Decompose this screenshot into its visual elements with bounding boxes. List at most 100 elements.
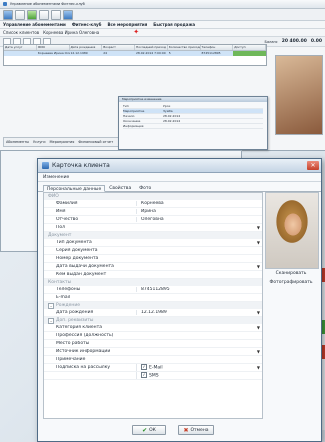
- field-label: Место работы: [56, 341, 90, 346]
- menu-item-club[interactable]: Фитнес-клуб: [72, 22, 102, 27]
- field-value[interactable]: Корнеева: [136, 201, 262, 206]
- chevron-down-icon[interactable]: ▼: [257, 264, 260, 269]
- ok-button[interactable]: ✔ ОК: [132, 425, 166, 435]
- favorite-icon[interactable]: ✦: [133, 29, 139, 36]
- field-note[interactable]: Примечание: [44, 356, 262, 364]
- sms-checkbox[interactable]: ✓: [141, 372, 147, 378]
- tab-subscriptions[interactable]: Абонементы: [6, 140, 29, 144]
- field-doc-type[interactable]: Тип документа ▼: [44, 239, 262, 247]
- field-profession[interactable]: Профессия (должность): [44, 332, 262, 340]
- row-label: Окончание: [123, 119, 141, 123]
- field-last-name[interactable]: Фамилия Корнеева: [44, 200, 262, 208]
- refresh-icon[interactable]: [15, 9, 25, 20]
- tab-events[interactable]: Мероприятия: [50, 140, 75, 144]
- menu-item-subscriptions[interactable]: Управление абонементами: [3, 22, 66, 27]
- client-card-icon: [42, 162, 49, 169]
- field-label: Категория клиента: [56, 325, 102, 330]
- field-subscription-sms[interactable]: ✓ SMS: [44, 372, 262, 380]
- grid-header-cell[interactable]: Телефон: [201, 45, 234, 50]
- chevron-down-icon[interactable]: ▼: [257, 225, 260, 230]
- tab-client-list[interactable]: Список клиентов: [3, 30, 39, 35]
- field-label: Дата выдачи документа: [56, 264, 114, 269]
- category-birth[interactable]: − Рождение: [44, 302, 262, 309]
- tab-properties[interactable]: Свойства: [105, 184, 135, 191]
- row-value: 28.02.2014: [163, 114, 181, 118]
- grid-header-cell[interactable]: Доступ: [233, 45, 266, 50]
- grid-header-cell[interactable]: Последний приход: [135, 45, 168, 50]
- event-dialog: Мероприятие изменение Тип Урок Мероприяти…: [118, 96, 268, 150]
- tab-finance[interactable]: Финансовый отчет: [78, 140, 113, 144]
- list-item[interactable]: Информация: [123, 124, 263, 129]
- field-doc-series[interactable]: Серия документа: [44, 247, 262, 255]
- grid-header-cell[interactable]: Дата рождения: [70, 45, 103, 50]
- category-contacts[interactable]: Контакты: [44, 279, 262, 286]
- grid-header-cell[interactable]: ФИО: [37, 45, 70, 50]
- field-client-category[interactable]: Категория клиента ▼: [44, 324, 262, 332]
- field-subscription[interactable]: Подписка на рассылку ✓ E-Mail ▼: [44, 364, 262, 372]
- chevron-down-icon[interactable]: ▼: [257, 349, 260, 354]
- collapse-icon[interactable]: −: [48, 302, 54, 309]
- row-label: Информация: [123, 124, 144, 128]
- scan-button[interactable]: Сканировать: [265, 271, 317, 276]
- chevron-down-icon[interactable]: ▼: [257, 365, 260, 370]
- category-label: ФИО: [48, 194, 59, 199]
- cross-icon: ✖: [183, 426, 189, 434]
- client-card-dialog: Карточка клиента ✕ Изменение Персональны…: [37, 158, 322, 442]
- chevron-down-icon[interactable]: ▼: [257, 240, 260, 245]
- add-icon[interactable]: [27, 9, 37, 20]
- category-extra[interactable]: − Доп. реквизиты: [44, 317, 262, 324]
- field-gender[interactable]: Пол ▼: [44, 224, 262, 232]
- field-doc-issue-date[interactable]: Дата выдачи документа ▼: [44, 263, 262, 271]
- cancel-button-label: Отмена: [190, 427, 209, 433]
- table-row[interactable]: Корнеева Ирина Олеговна 12.12.1989 24 28…: [4, 51, 266, 56]
- grid-cell: 28.02.2014 7:00:00: [136, 51, 166, 55]
- field-label: Тип документа: [56, 240, 92, 245]
- email-checkbox[interactable]: ✓: [141, 364, 147, 370]
- field-doc-number[interactable]: Номер документа: [44, 255, 262, 263]
- field-workplace[interactable]: Место работы: [44, 340, 262, 348]
- grid-header-cell[interactable]: Дата услуг: [4, 45, 37, 50]
- field-label: Номер документа: [56, 256, 99, 261]
- take-photo-button[interactable]: Фотографировать: [265, 280, 317, 285]
- settings-icon[interactable]: [63, 9, 73, 20]
- field-label: Профессия (должность): [56, 333, 114, 338]
- field-value[interactable]: Олеговна: [136, 217, 262, 222]
- grid-header-cell[interactable]: Возраст: [102, 45, 135, 50]
- field-email[interactable]: E-mail: [44, 294, 262, 302]
- field-birth-date[interactable]: Дата рождения 12.12.1989 ▼: [44, 309, 262, 317]
- clients-grid: Дата услуг ФИО Дата рождения Возраст Пос…: [3, 44, 267, 66]
- grid-header-cell[interactable]: Количество приходов: [168, 45, 201, 50]
- dialog-menu: Изменение: [38, 173, 321, 182]
- field-label: Источник информации: [56, 349, 111, 354]
- tab-personal-data[interactable]: Персональные данные: [43, 185, 106, 192]
- field-patronymic[interactable]: Отчество Олеговна: [44, 216, 262, 224]
- field-value[interactable]: Ирина: [136, 209, 262, 214]
- grid-icon[interactable]: [51, 9, 61, 20]
- back-icon[interactable]: [3, 9, 13, 20]
- balance-panel: Баланс 20 400.00 0.00: [265, 39, 325, 44]
- field-doc-issued-by[interactable]: Кем выдан документ: [44, 271, 262, 279]
- category-fio[interactable]: ФИО: [44, 193, 262, 200]
- tab-client-card[interactable]: Корнеева Ирина Олеговна: [43, 30, 99, 35]
- menu-item-quick-sale[interactable]: Быстрая продажа: [153, 22, 195, 27]
- close-icon[interactable]: ✕: [307, 161, 319, 170]
- tab-services[interactable]: Услуги: [33, 140, 45, 144]
- print-icon[interactable]: [39, 9, 49, 20]
- cancel-button[interactable]: ✖ Отмена: [178, 425, 214, 435]
- menu-item-edit[interactable]: Изменение: [43, 175, 69, 180]
- grid-cell: 24: [103, 51, 108, 55]
- field-label: Серия документа: [56, 248, 98, 253]
- field-info-source[interactable]: Источник информации ▼: [44, 348, 262, 356]
- tab-photo[interactable]: Фото: [135, 184, 155, 191]
- field-first-name[interactable]: Имя Ирина: [44, 208, 262, 216]
- chevron-down-icon[interactable]: ▼: [257, 310, 260, 315]
- sms-checkbox-label: SMS: [149, 373, 159, 379]
- collapse-icon[interactable]: −: [48, 317, 54, 324]
- category-document[interactable]: Документ: [44, 232, 262, 239]
- field-value: ✓ SMS: [136, 372, 262, 379]
- field-phones[interactable]: Телефоны 8745112895: [44, 286, 262, 294]
- menu-item-events[interactable]: Все мероприятия: [107, 22, 147, 27]
- field-value[interactable]: 8745112895: [136, 287, 262, 292]
- chevron-down-icon[interactable]: ▼: [257, 325, 260, 330]
- field-value[interactable]: 12.12.1989: [136, 310, 262, 315]
